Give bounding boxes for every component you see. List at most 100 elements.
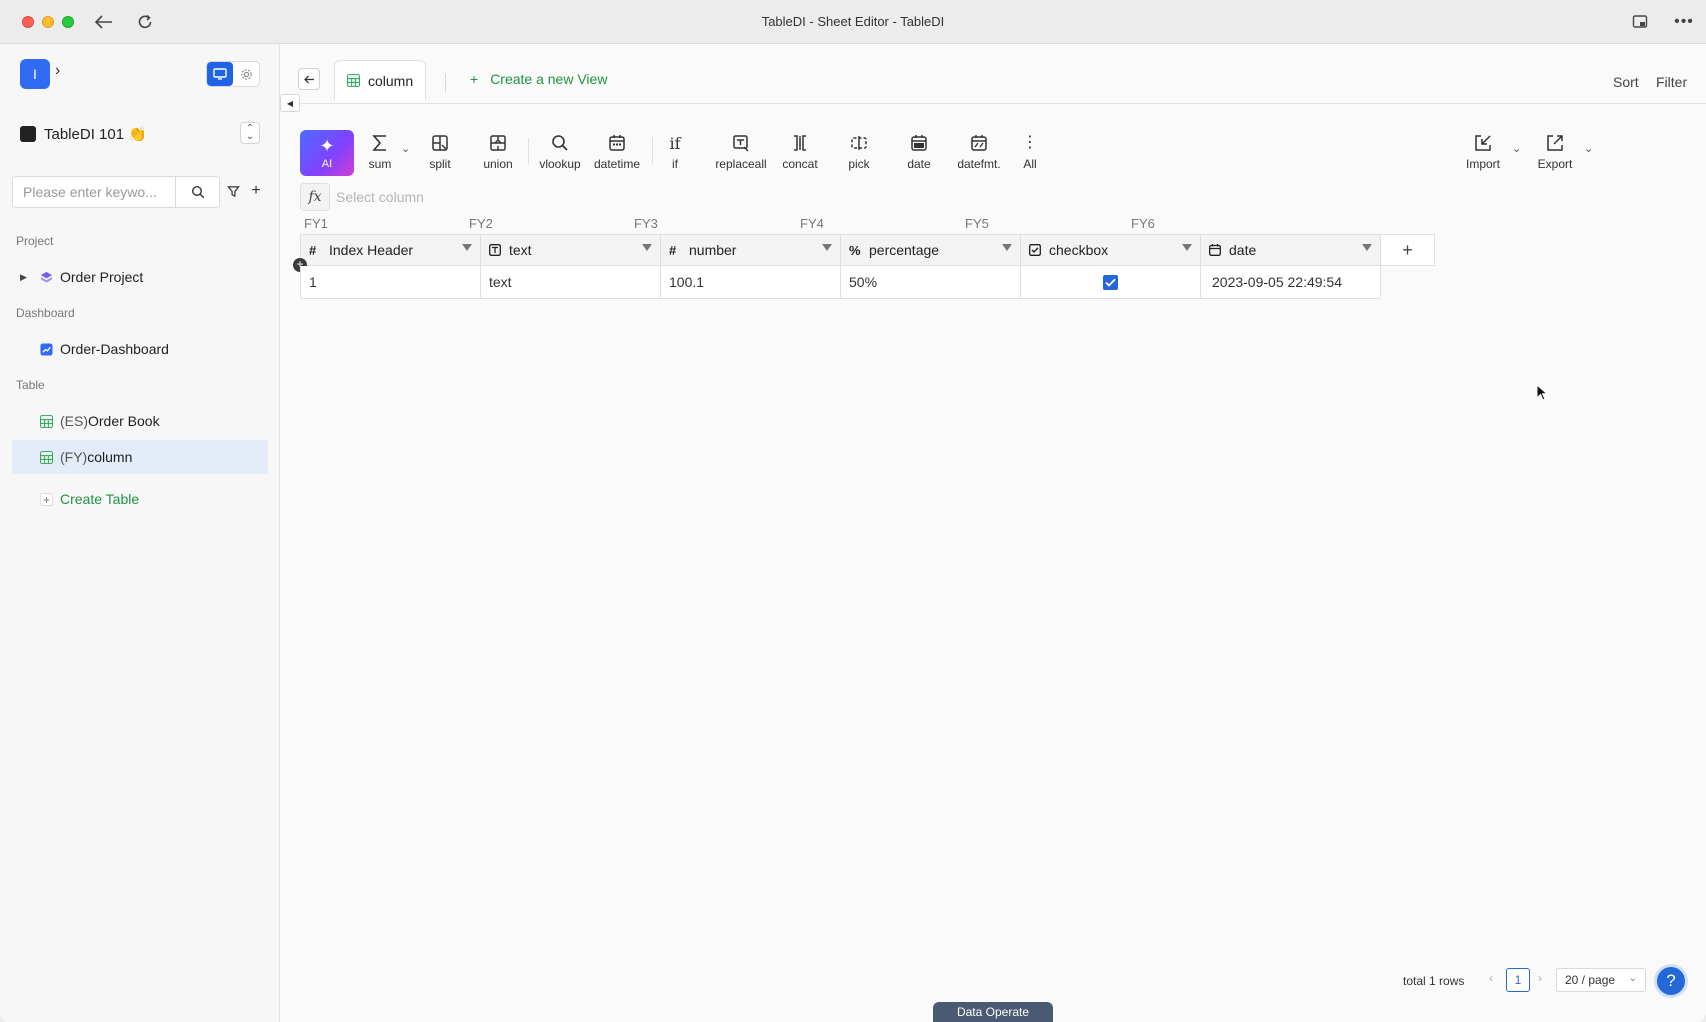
help-button[interactable]: ? xyxy=(1654,964,1688,998)
column-header-number[interactable]: # number xyxy=(661,235,841,265)
table-source-prefix: (ES) xyxy=(60,413,88,429)
create-view-button[interactable]: + Create a new View xyxy=(470,68,607,90)
collapse-back-button[interactable] xyxy=(298,68,320,90)
data-operate-tab[interactable]: Data Operate xyxy=(933,1002,1053,1022)
cell-date[interactable]: 2023-09-05 22:49:54 xyxy=(1201,266,1381,298)
page-size-select[interactable]: 20 / page ⌄ xyxy=(1556,968,1646,992)
expand-caret-icon[interactable]: ▶ xyxy=(20,272,27,283)
sidebar-item-column[interactable]: (FY)column xyxy=(12,440,268,474)
export-button[interactable]: Export xyxy=(1534,132,1576,176)
sort-button[interactable]: Sort xyxy=(1613,74,1639,90)
filter-icon[interactable] xyxy=(224,182,242,200)
table-icon xyxy=(347,74,360,87)
dashboard-chart-icon xyxy=(40,342,53,356)
sum-button[interactable]: sum xyxy=(366,132,394,176)
tab-label: column xyxy=(368,72,414,89)
column-header-index[interactable]: # Index Header xyxy=(301,235,481,265)
export-dropdown-icon[interactable]: ⌄ xyxy=(1584,142,1593,155)
pick-button[interactable]: pick xyxy=(844,132,874,176)
date-button[interactable]: date xyxy=(904,132,934,176)
hash-icon: # xyxy=(309,242,317,258)
export-icon xyxy=(1546,132,1564,154)
back-arrow-icon xyxy=(303,74,314,84)
cell-percentage[interactable]: 50% xyxy=(841,266,1021,298)
cell-index[interactable]: 1 xyxy=(301,266,481,298)
sidebar-item-label: column xyxy=(87,449,133,465)
cast-icon[interactable] xyxy=(1628,10,1652,34)
page-number-button[interactable]: 1 xyxy=(1506,968,1530,992)
ai-button[interactable]: ✦ AI xyxy=(300,130,354,176)
split-button[interactable]: split xyxy=(422,132,458,176)
column-menu-caret-icon[interactable] xyxy=(642,244,652,251)
import-dropdown-icon[interactable]: ⌄ xyxy=(1512,142,1521,155)
workspace-switch-icon[interactable]: ⌃ ⌄ xyxy=(240,122,260,144)
column-header-label: date xyxy=(1229,242,1257,258)
workspace-selector[interactable]: TableDI 101 👏 ⌃ ⌄ xyxy=(20,122,260,146)
prev-page-icon[interactable]: ‹ xyxy=(1489,971,1493,985)
desktop-mode-button[interactable] xyxy=(207,62,233,86)
add-item-icon[interactable]: + xyxy=(247,182,265,200)
sidebar-item-label: Order-Dashboard xyxy=(60,341,169,357)
cell-number[interactable]: 100.1 xyxy=(661,266,841,298)
column-id: FY5 xyxy=(965,216,989,231)
column-header-label: checkbox xyxy=(1049,242,1109,258)
plus-icon: + xyxy=(40,492,53,506)
calendar-icon xyxy=(608,132,626,154)
concat-button[interactable]: concat xyxy=(780,132,820,176)
column-menu-caret-icon[interactable] xyxy=(462,244,472,251)
create-table-button[interactable]: + Create Table xyxy=(12,482,268,516)
window-title: TableDI - Sheet Editor - TableDI xyxy=(761,14,945,29)
header-row: # Index Header text # number % percentag… xyxy=(300,234,1435,266)
tab-column[interactable]: column xyxy=(334,60,426,100)
column-menu-caret-icon[interactable] xyxy=(822,244,832,251)
sidebar-item-order-book[interactable]: (ES)Order Book xyxy=(12,404,268,438)
text-icon xyxy=(489,244,505,256)
column-menu-caret-icon[interactable] xyxy=(1002,244,1012,251)
table-icon xyxy=(40,414,53,428)
search-input[interactable] xyxy=(13,177,175,207)
magnifier-icon xyxy=(551,132,569,154)
workspace-icon xyxy=(20,126,36,142)
add-column-button[interactable]: + xyxy=(1381,235,1435,265)
fx-icon[interactable]: fx xyxy=(300,183,330,211)
checked-checkbox[interactable] xyxy=(1103,274,1118,290)
search-button[interactable] xyxy=(175,177,219,207)
settings-mode-button[interactable] xyxy=(233,62,259,86)
column-header-percentage[interactable]: % percentage xyxy=(841,235,1021,265)
column-menu-caret-icon[interactable] xyxy=(1182,244,1192,251)
workspace-name: TableDI 101 👏 xyxy=(44,126,147,143)
more-menu-icon[interactable]: ••• xyxy=(1672,10,1696,34)
if-button[interactable]: if if xyxy=(662,132,688,176)
column-header-text[interactable]: text xyxy=(481,235,661,265)
cell-text[interactable]: text xyxy=(481,266,661,298)
project-cube-icon xyxy=(40,271,53,283)
mouse-cursor-icon xyxy=(1536,384,1548,401)
section-label-dashboard: Dashboard xyxy=(16,306,75,320)
calendar-icon xyxy=(910,132,928,154)
union-button[interactable]: union xyxy=(478,132,518,176)
datetime-button[interactable]: datetime xyxy=(590,132,644,176)
tab-divider xyxy=(445,74,446,92)
datefmt-button[interactable]: datefmt. xyxy=(954,132,1004,176)
all-functions-button[interactable]: ⋮ All xyxy=(1018,132,1042,176)
next-page-icon[interactable]: › xyxy=(1538,971,1542,985)
collapse-sidebar-handle[interactable]: ◀ xyxy=(280,94,300,112)
chevron-right-icon[interactable]: › xyxy=(55,62,60,80)
formula-input[interactable]: Select column xyxy=(336,189,424,205)
sum-dropdown-icon[interactable]: ⌄ xyxy=(401,142,410,155)
column-header-date[interactable]: date xyxy=(1201,235,1381,265)
import-button[interactable]: Import xyxy=(1462,132,1504,176)
chevron-down-icon: ⌄ xyxy=(1628,973,1637,984)
sidebar-item-order-project[interactable]: ▶ Order Project xyxy=(12,260,268,294)
vlookup-button[interactable]: vlookup xyxy=(536,132,584,176)
replaceall-button[interactable]: replaceall xyxy=(712,132,770,176)
app-logo[interactable]: I xyxy=(20,59,50,89)
search-icon xyxy=(191,185,204,199)
title-bar: TableDI - Sheet Editor - TableDI ••• xyxy=(0,0,1706,44)
column-menu-caret-icon[interactable] xyxy=(1362,244,1372,251)
filter-button[interactable]: Filter xyxy=(1656,74,1687,90)
sidebar-item-order-dashboard[interactable]: Order-Dashboard xyxy=(12,332,268,366)
calendar-icon xyxy=(1209,244,1225,256)
column-header-checkbox[interactable]: checkbox xyxy=(1021,235,1201,265)
cell-checkbox[interactable] xyxy=(1021,266,1201,298)
